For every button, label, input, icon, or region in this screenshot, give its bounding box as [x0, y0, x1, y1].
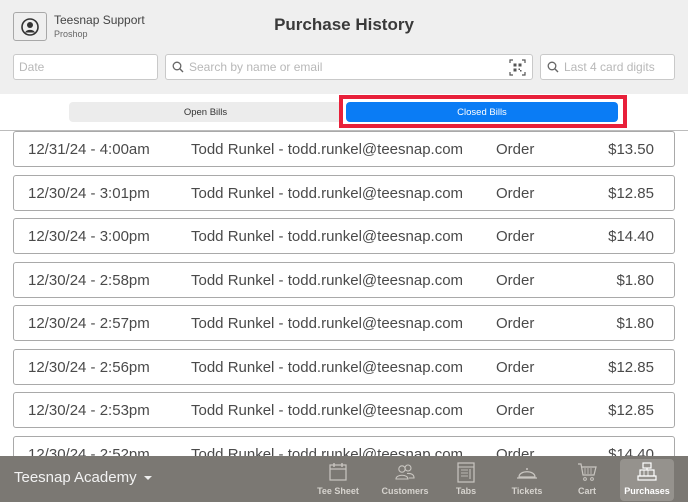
purchase-row[interactable]: 12/30/24 - 2:53pm Todd Runkel - todd.runk… [13, 392, 675, 428]
purchase-row[interactable]: 12/30/24 - 2:52pm Todd Runkel - todd.runk… [13, 435, 675, 457]
purchase-row[interactable]: 12/31/24 - 4:00am Todd Runkel - todd.runk… [13, 131, 675, 167]
bill-status-segmented-control: Open Bills Closed Bills [0, 94, 688, 130]
bottom-tab-bar: Teesnap Academy Tee Sheet Customers Tabs… [0, 456, 688, 502]
purchase-type: Order [496, 228, 535, 245]
purchase-datetime: 12/30/24 - 2:53pm [28, 402, 150, 419]
tab-label: Tabs [455, 486, 477, 496]
tab-customers[interactable]: Customers [376, 459, 434, 501]
tab-cart[interactable]: Cart [558, 459, 616, 501]
qr-code-scan-icon[interactable] [509, 59, 526, 76]
shopping-cart-icon [578, 463, 597, 481]
purchase-datetime: 12/30/24 - 2:56pm [28, 358, 150, 376]
tab-purchases[interactable]: Purchases [620, 459, 674, 501]
tab-label: Purchases [624, 486, 670, 496]
location-name: Teesnap Academy [14, 469, 137, 486]
purchase-type: Order [496, 141, 535, 158]
search-placeholder: Search by name or email [189, 60, 323, 74]
purchase-customer: Todd Runkel - todd.runkel@teesnap.com [191, 228, 464, 245]
cash-register-icon [637, 462, 657, 481]
closed-bills-tab[interactable]: Closed Bills [346, 102, 618, 122]
purchase-type: Order [496, 445, 535, 457]
purchase-type: Order [496, 184, 535, 202]
tab-tickets[interactable]: Tickets [498, 459, 556, 501]
purchase-amount: $1.80 [616, 271, 654, 289]
location-selector[interactable]: Teesnap Academy [14, 469, 152, 486]
purchase-amount: $12.85 [608, 184, 654, 202]
header: Teesnap Support Proshop Purchase History… [0, 0, 688, 94]
purchase-customer: Todd Runkel - todd.runkel@teesnap.com [191, 141, 464, 158]
tab-label: Tee Sheet [317, 486, 359, 496]
search-icon [172, 61, 184, 73]
purchase-customer: Todd Runkel - todd.runkel@teesnap.com [191, 358, 464, 376]
tab-label: Cart [577, 486, 596, 496]
service-bell-icon [517, 468, 537, 479]
purchase-amount: $14.40 [608, 228, 654, 245]
purchase-row[interactable]: 12/30/24 - 2:56pm Todd Runkel - todd.runk… [13, 348, 675, 385]
tab-tee-sheet[interactable]: Tee Sheet [309, 459, 367, 501]
calendar-icon [329, 463, 347, 481]
date-input[interactable]: Date [13, 54, 158, 80]
closed-bills-label: Closed Bills [457, 106, 507, 118]
search-icon [547, 61, 559, 73]
purchase-datetime: 12/30/24 - 2:57pm [28, 315, 150, 332]
tabs-ledger-icon [457, 462, 475, 483]
purchase-datetime: 12/30/24 - 3:01pm [28, 184, 150, 202]
purchase-amount: $1.80 [616, 315, 654, 332]
open-bills-label: Open Bills [183, 106, 228, 118]
purchase-amount: $12.85 [608, 402, 654, 419]
purchase-type: Order [496, 271, 535, 289]
purchase-row[interactable]: 12/30/24 - 2:57pm Todd Runkel - todd.runk… [13, 305, 675, 341]
purchase-customer: Todd Runkel - todd.runkel@teesnap.com [191, 445, 464, 457]
purchase-amount: $13.50 [608, 141, 654, 158]
page-title-text: Purchase History [274, 15, 414, 34]
search-input[interactable]: Search by name or email [165, 54, 533, 80]
purchase-type: Order [496, 315, 535, 332]
purchase-customer: Todd Runkel - todd.runkel@teesnap.com [191, 184, 464, 202]
tab-tabs[interactable]: Tabs [437, 459, 495, 501]
card-digits-placeholder: Last 4 card digits [564, 60, 655, 74]
tab-label: Tickets [511, 486, 543, 496]
purchase-amount: $14.40 [608, 445, 654, 457]
purchase-datetime: 12/30/24 - 3:00pm [28, 228, 150, 245]
purchase-row[interactable]: 12/30/24 - 3:01pm Todd Runkel - todd.runk… [13, 174, 675, 211]
card-digits-input[interactable]: Last 4 card digits [540, 54, 675, 80]
purchase-datetime: 12/30/24 - 2:52pm [28, 445, 150, 457]
purchase-row[interactable]: 12/30/24 - 2:58pm Todd Runkel - todd.runk… [13, 261, 675, 298]
people-icon [395, 464, 415, 480]
purchase-list[interactable]: 12/31/24 - 4:00am Todd Runkel - todd.runk… [0, 131, 688, 456]
purchase-datetime: 12/31/24 - 4:00am [28, 141, 150, 158]
open-bills-tab[interactable]: Open Bills [69, 102, 342, 122]
purchase-customer: Todd Runkel - todd.runkel@teesnap.com [191, 315, 464, 332]
caret-down-icon [143, 475, 152, 480]
purchase-type: Order [496, 402, 535, 419]
tab-label: Customers [381, 486, 429, 496]
purchase-type: Order [496, 358, 535, 376]
purchase-customer: Todd Runkel - todd.runkel@teesnap.com [191, 271, 464, 289]
page-title: Purchase History [0, 15, 688, 35]
purchase-row[interactable]: 12/30/24 - 3:00pm Todd Runkel - todd.runk… [13, 218, 675, 254]
purchase-customer: Todd Runkel - todd.runkel@teesnap.com [191, 402, 464, 419]
purchase-amount: $12.85 [608, 358, 654, 376]
date-placeholder: Date [19, 60, 45, 74]
purchase-datetime: 12/30/24 - 2:58pm [28, 271, 150, 289]
purchase-history-screen: Teesnap Support Proshop Purchase History… [0, 0, 688, 502]
